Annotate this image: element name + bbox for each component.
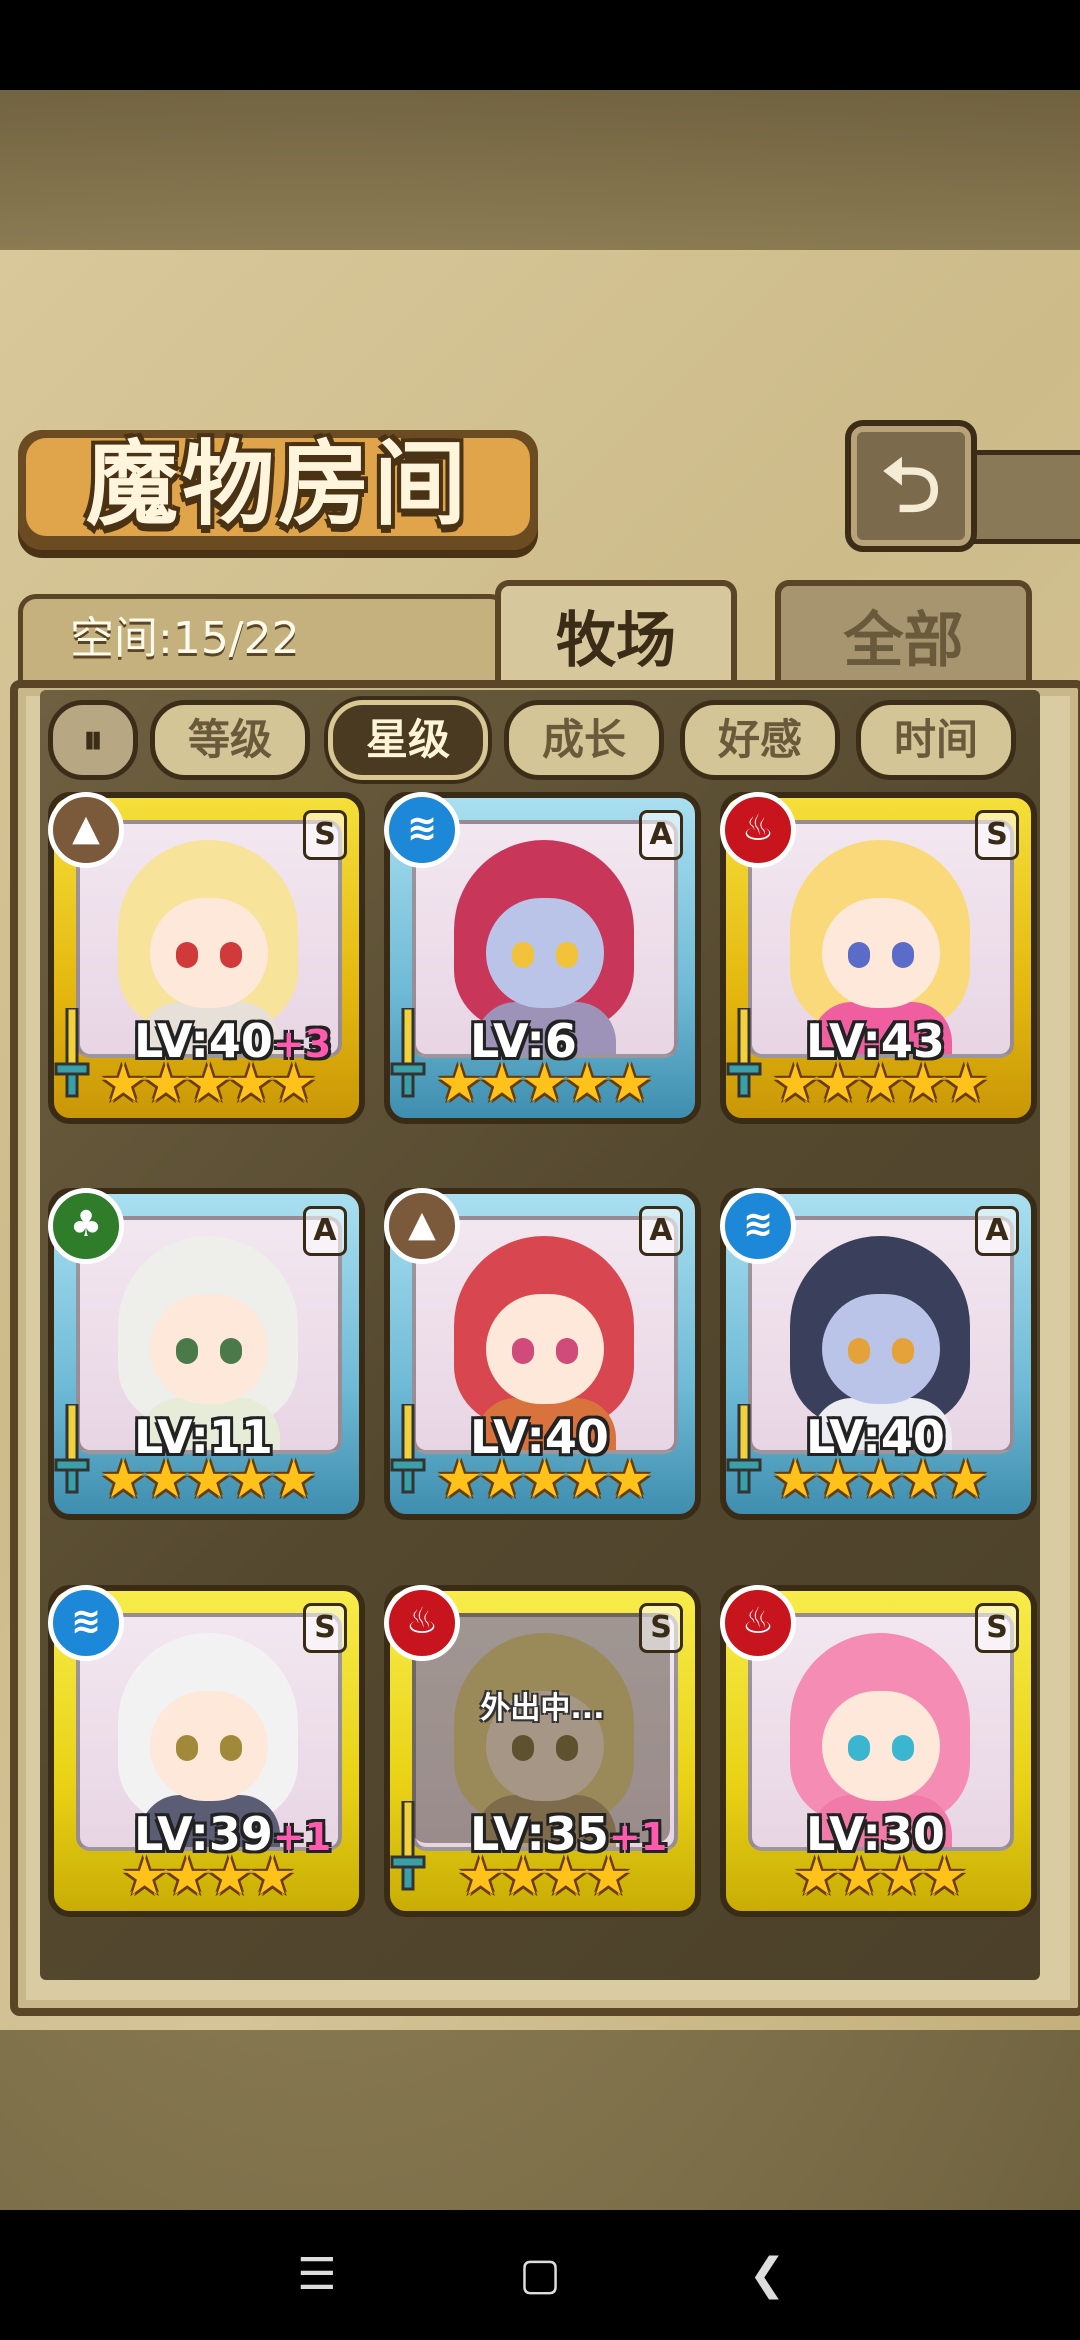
return-arrow-icon: ⮌ [881,443,941,529]
star-rating: ★★★★★ [99,1450,317,1510]
star-rating: ★★★★ [457,1847,631,1907]
monster-card[interactable]: 外出中... ♨ S LV:35+1 ★★★★ [384,1585,701,1917]
monster-right-eye [892,1735,914,1761]
monster-face [486,898,604,1008]
tab-all[interactable]: 全部 [775,580,1032,696]
monster-card[interactable]: ≋ A LV:40 ★★★★★ [720,1188,1037,1520]
monster-left-eye [848,1735,870,1761]
monster-left-eye [176,1735,198,1761]
monster-left-eye [848,942,870,968]
water-element-icon: ≋ [48,1585,124,1661]
monster-card[interactable]: ▲ A LV:40 ★★★★★ [384,1188,701,1520]
monster-left-eye [176,1338,198,1364]
top-band [0,90,1080,250]
monster-card[interactable]: ▲ S LV:40+3 ★★★★★ [48,792,365,1124]
monster-card[interactable]: ≋ A LV:6 ★★★★★ [384,792,701,1124]
fire-element-icon: ♨ [720,792,796,868]
monster-right-eye [220,942,242,968]
filter-growth-button[interactable]: 成长 [504,700,664,780]
monster-right-eye [220,1735,242,1761]
rank-badge: A [639,1206,683,1256]
monster-face [150,898,268,1008]
page-title: 魔物房间 [85,431,470,538]
rank-badge: S [303,1603,347,1653]
monster-right-eye [556,942,578,968]
monster-face [822,1691,940,1801]
monster-left-eye [176,942,198,968]
monster-face [822,1294,940,1404]
wood-element-icon: ♣ [48,1188,124,1264]
filter-star-button[interactable]: 星级 [328,700,488,780]
rank-badge: S [303,810,347,860]
star-rating: ★★★★ [121,1847,295,1907]
rank-badge: S [639,1603,683,1653]
status-bar [0,0,1080,90]
rank-badge: A [303,1206,347,1256]
monster-face [150,1691,268,1801]
star-rating: ★★★★★ [771,1450,989,1510]
menu-icon[interactable]: ☰ [282,2240,352,2310]
star-rating: ★★★★★ [435,1450,653,1510]
monster-right-eye [556,1338,578,1364]
filter-affection-button[interactable]: 好感 [680,700,840,780]
water-element-icon: ≋ [720,1188,796,1264]
monster-card[interactable]: ♨ S LV:43 ★★★★★ [720,792,1037,1124]
monster-right-eye [220,1338,242,1364]
filter-level-button[interactable]: 等级 [150,700,310,780]
monster-card[interactable]: ♣ A LV:11 ★★★★★ [48,1188,365,1520]
filter-bar: ⏸ 等级 星级 成长 好感 时间 [48,700,1048,780]
star-rating: ★★★★ [793,1847,967,1907]
monster-right-eye [892,942,914,968]
star-rating: ★★★★★ [435,1054,653,1114]
rank-badge: A [639,810,683,860]
monster-left-eye [512,1338,534,1364]
monster-right-eye [892,1338,914,1364]
back-rail [960,450,1080,544]
fire-element-icon: ♨ [384,1585,460,1661]
title-plate: 魔物房间 [18,430,538,550]
system-nav-bar: ☰ ▢ ❮ [0,2210,1080,2340]
rank-badge: A [975,1206,1019,1256]
rank-badge: S [975,810,1019,860]
monster-card[interactable]: ♨ S LV:30 ★★★★ [720,1585,1037,1917]
monster-face [150,1294,268,1404]
tab-ranch[interactable]: 牧场 [495,580,737,696]
monster-left-eye [512,942,534,968]
monster-face [486,1294,604,1404]
away-status: 外出中... [480,1691,605,1726]
space-counter: 空间:15/22 [70,613,300,664]
monster-left-eye [848,1338,870,1364]
monster-face [822,898,940,1008]
earth-element-icon: ▲ [48,792,124,868]
filter-time-button[interactable]: 时间 [856,700,1016,780]
star-rating: ★★★★★ [771,1054,989,1114]
monster-card[interactable]: ≋ S LV:39+1 ★★★★ [48,1585,365,1917]
sort-order-button[interactable]: ⏸ [48,700,138,780]
home-icon[interactable]: ▢ [505,2240,575,2310]
back-nav-icon[interactable]: ❮ [732,2240,802,2310]
back-button[interactable]: ⮌ [845,420,977,552]
star-rating: ★★★★★ [99,1054,317,1114]
earth-element-icon: ▲ [384,1188,460,1264]
rank-badge: S [975,1603,1019,1653]
fire-element-icon: ♨ [720,1585,796,1661]
water-element-icon: ≋ [384,792,460,868]
